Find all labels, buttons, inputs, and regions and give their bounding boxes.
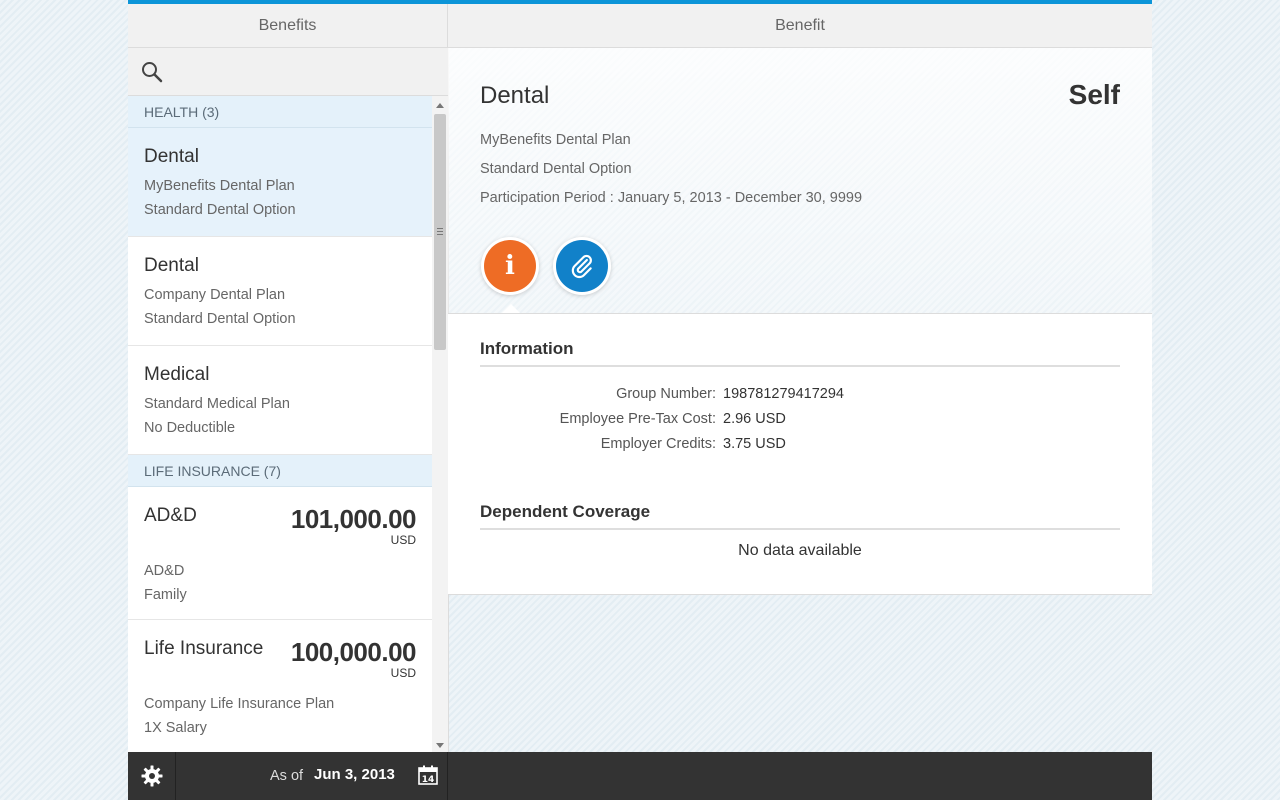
item-option: Family — [144, 587, 187, 603]
benefit-detail-summary: Dental Self MyBenefits Dental Plan Stand… — [448, 48, 1152, 313]
footer-divider — [447, 752, 448, 800]
item-plan: AD&D — [144, 563, 185, 579]
amount-value: 100,000.00 — [290, 637, 417, 667]
settings-button[interactable] — [128, 752, 176, 800]
item-plan: Standard Medical Plan — [144, 396, 290, 412]
no-data-message: No data available — [738, 542, 862, 559]
amount-currency: USD — [390, 666, 416, 680]
item-title: Medical — [144, 364, 210, 385]
list-item-dental-company[interactable]: Dental Company Dental Plan Standard Dent… — [128, 237, 432, 346]
benefits-app: Benefits Benefit HEALTH (3) Dental MyBen… — [128, 0, 1152, 800]
scroll-down-arrow-icon[interactable] — [436, 743, 444, 748]
search-icon[interactable] — [140, 60, 164, 84]
list-item-dental-mybenefits[interactable]: Dental MyBenefits Dental Plan Standard D… — [128, 128, 432, 237]
item-option: 1X Salary — [144, 720, 207, 736]
list-item-life-insurance[interactable]: Life Insurance 100,000.00 USD Company Li… — [128, 620, 432, 752]
group-header-health: HEALTH (3) — [128, 96, 432, 128]
field-label: Employer Credits: — [600, 436, 716, 452]
footer-bar: As of Jun 3, 2013 14 — [128, 752, 1152, 800]
benefit-title: Dental — [480, 82, 550, 109]
grip-icon — [437, 228, 443, 236]
field-value: 3.75 USD — [723, 436, 786, 452]
field-value: 2.96 USD — [723, 411, 786, 427]
item-option: Standard Dental Option — [144, 202, 296, 218]
list-item-medical[interactable]: Medical Standard Medical Plan No Deducti… — [128, 346, 432, 455]
field-label: Group Number: — [616, 386, 716, 402]
info-button[interactable]: i — [484, 240, 536, 292]
amount-value: 101,000.00 — [290, 504, 417, 534]
scroll-up-arrow-icon[interactable] — [436, 103, 444, 108]
scrollbar-thumb[interactable] — [434, 114, 446, 350]
list-scrollbar[interactable] — [432, 96, 448, 752]
information-section-title: Information — [480, 339, 1120, 367]
item-option: No Deductible — [144, 420, 236, 436]
detail-header: Benefit — [448, 4, 1152, 48]
calendar-icon[interactable]: 14 — [418, 765, 438, 785]
item-title: Dental — [144, 146, 199, 167]
item-amount: 100,000.00 USD — [290, 637, 417, 680]
field-value: 198781279417294 — [723, 386, 844, 402]
selected-tab-pointer — [502, 304, 520, 313]
gear-icon — [141, 765, 162, 787]
search-bar[interactable] — [128, 48, 448, 96]
field-group-number: Group Number: 198781279417294 — [448, 386, 1152, 406]
information-panel: Information Group Number: 19878127941729… — [448, 313, 1152, 595]
master-header: Benefits — [128, 4, 448, 48]
info-icon: i — [505, 251, 515, 281]
as-of-date[interactable]: Jun 3, 2013 — [314, 766, 395, 783]
benefit-plan: MyBenefits Dental Plan — [480, 132, 631, 148]
field-label: Employee Pre-Tax Cost: — [559, 411, 716, 427]
list-item-add[interactable]: AD&D 101,000.00 USD AD&D Family — [128, 487, 432, 620]
item-plan: Company Life Insurance Plan — [144, 696, 335, 712]
coverage-level: Self — [1068, 79, 1120, 110]
item-option: Standard Dental Option — [144, 311, 296, 327]
benefit-option: Standard Dental Option — [480, 161, 632, 177]
benefits-list-pane: HEALTH (3) Dental MyBenefits Dental Plan… — [128, 48, 449, 752]
calendar-day: 14 — [422, 775, 435, 785]
paperclip-icon — [571, 254, 592, 279]
item-plan: Company Dental Plan — [144, 287, 286, 303]
field-employee-pretax-cost: Employee Pre-Tax Cost: 2.96 USD — [448, 411, 1152, 431]
item-amount: 101,000.00 USD — [290, 504, 417, 547]
benefits-list: HEALTH (3) Dental MyBenefits Dental Plan… — [128, 96, 432, 752]
amount-currency: USD — [390, 533, 416, 547]
participation-period: Participation Period : January 5, 2013 -… — [480, 190, 863, 206]
field-employer-credits: Employer Credits: 3.75 USD — [448, 436, 1152, 456]
as-of-label: As of — [270, 768, 304, 784]
dependent-coverage-section-title: Dependent Coverage — [480, 502, 1120, 530]
item-title: Dental — [144, 255, 199, 276]
item-plan: MyBenefits Dental Plan — [144, 178, 295, 194]
group-header-life-insurance: LIFE INSURANCE (7) — [128, 455, 432, 487]
attachments-button[interactable] — [556, 240, 608, 292]
